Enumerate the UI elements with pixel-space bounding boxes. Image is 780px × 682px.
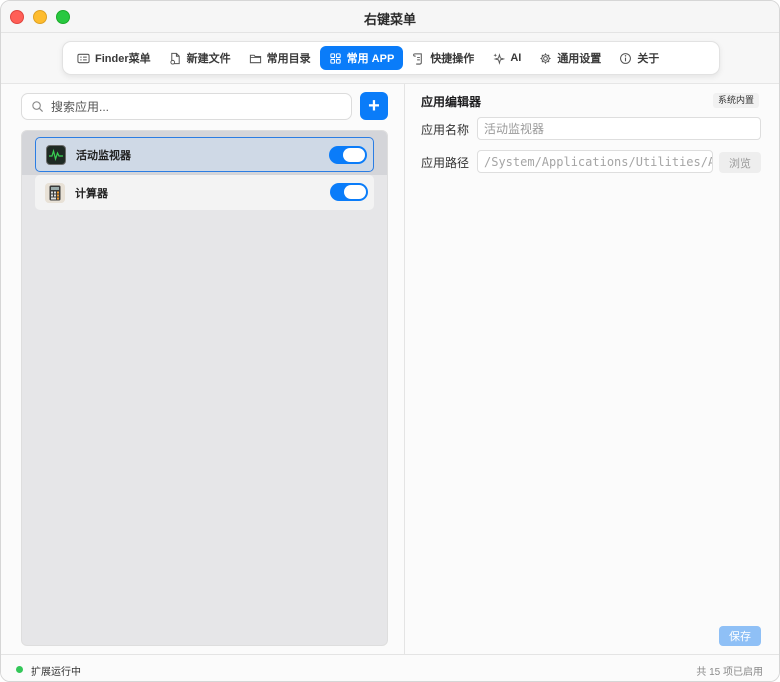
- tab-label: 常用 APP: [346, 53, 395, 65]
- app-editor-pane: 应用编辑器 系统内置 应用名称 活动监视器 应用路径 /System/Appli…: [405, 84, 779, 654]
- search-input[interactable]: [51, 99, 331, 114]
- browse-button[interactable]: 浏览: [719, 152, 761, 173]
- app-window: 右键菜单 Finder菜单 新建文件 常用目录 常用 APP 快捷操作 AI 通…: [0, 0, 780, 682]
- tab-label: 常用目录: [266, 53, 311, 65]
- tab-about[interactable]: 关于: [610, 46, 668, 70]
- script-icon: [413, 52, 423, 65]
- window-title: 右键菜单: [363, 12, 416, 27]
- tab-quick-actions[interactable]: 快捷操作: [403, 46, 483, 70]
- tab-general-settings[interactable]: 通用设置: [530, 46, 610, 70]
- search-box[interactable]: [21, 93, 352, 120]
- tab-common-apps[interactable]: 常用 APP: [319, 46, 404, 70]
- search-icon: [32, 101, 44, 113]
- enable-toggle[interactable]: [329, 146, 367, 164]
- tab-label: 通用设置: [557, 53, 602, 65]
- status-bar: 扩展运行中 共 15 项已启用: [1, 654, 779, 681]
- add-app-button[interactable]: +: [360, 92, 388, 120]
- info-icon: [620, 52, 632, 64]
- tab-label: Finder菜单: [95, 53, 151, 65]
- gear-icon: [540, 52, 551, 64]
- title-bar: 右键菜单: [1, 1, 779, 33]
- apps-grid-icon: [329, 52, 341, 64]
- app-list-pane: + 活动监视器 计算器: [1, 84, 404, 654]
- folder-icon: [249, 54, 261, 63]
- tab-label: 快捷操作: [430, 53, 475, 65]
- sparkle-icon: [493, 52, 506, 65]
- list-item[interactable]: 计算器: [35, 175, 374, 210]
- save-button[interactable]: 保存: [719, 626, 761, 646]
- status-text: 扩展运行中: [31, 667, 81, 678]
- app-list: 活动监视器 计算器: [21, 130, 388, 646]
- tab-label: 新建文件: [186, 53, 231, 65]
- calculator-icon: [45, 182, 65, 203]
- tab-label: AI: [510, 52, 522, 64]
- enable-toggle[interactable]: [330, 183, 368, 201]
- tab-ai[interactable]: AI: [483, 46, 530, 70]
- tab-new-file[interactable]: 新建文件: [160, 46, 240, 70]
- list-item[interactable]: 活动监视器: [35, 137, 374, 172]
- app-name: 活动监视器: [76, 149, 131, 162]
- system-builtin-badge: 系统内置: [712, 93, 759, 108]
- tab-bar: Finder菜单 新建文件 常用目录 常用 APP 快捷操作 AI 通用设置 关…: [62, 41, 720, 75]
- app-path-label: 应用路径: [421, 156, 470, 170]
- tab-label: 关于: [637, 53, 660, 65]
- tab-common-folders[interactable]: 常用目录: [240, 46, 320, 70]
- activity-monitor-icon: [46, 144, 66, 165]
- app-name-field[interactable]: 活动监视器: [477, 117, 761, 140]
- finder-menu-icon: [77, 53, 90, 63]
- status-indicator: [16, 666, 23, 673]
- editor-title: 应用编辑器: [421, 95, 482, 109]
- enabled-count: 共 15 项已启用: [696, 667, 763, 678]
- app-name: 计算器: [75, 187, 108, 200]
- app-name-label: 应用名称: [421, 123, 470, 137]
- new-file-icon: [170, 52, 180, 65]
- app-path-field[interactable]: /System/Applications/Utilities/Activity …: [477, 150, 713, 173]
- tab-finder-menu[interactable]: Finder菜单: [68, 46, 160, 70]
